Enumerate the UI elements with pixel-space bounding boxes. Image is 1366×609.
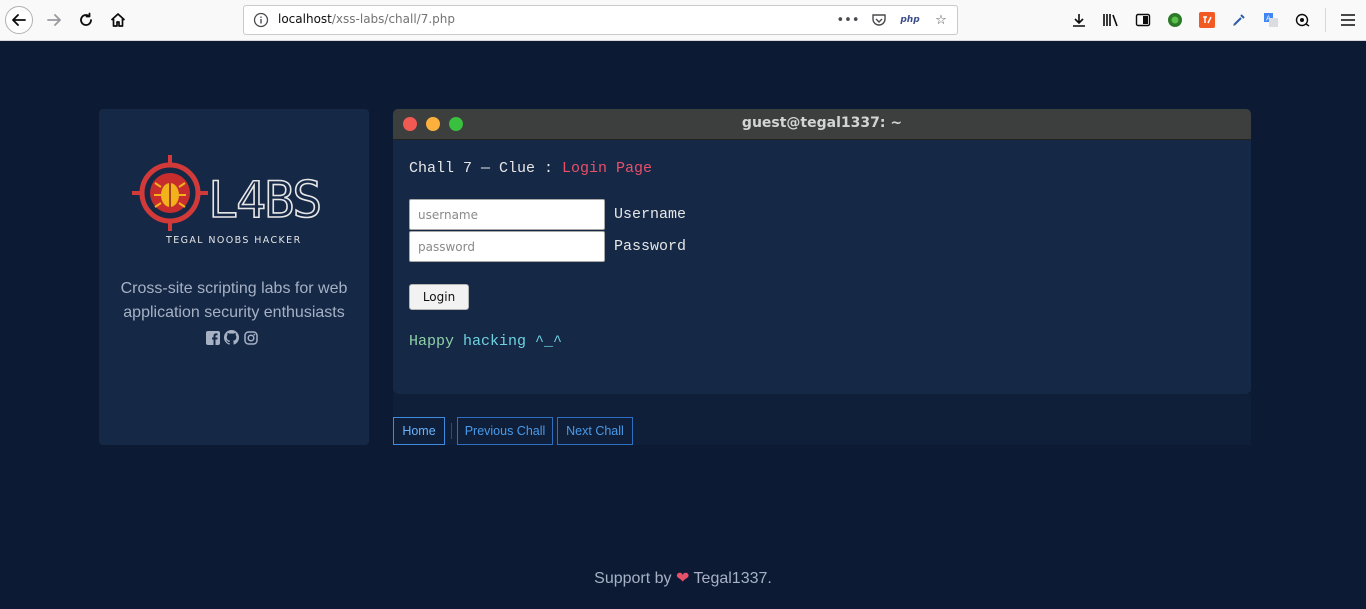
labs-logo: L4BS TEGAL NOOBS HACKER (132, 155, 323, 246)
forward-button[interactable] (40, 6, 68, 34)
challenge-clue: Chall 7 — Clue : Login Page (409, 160, 652, 177)
php-extension-icon[interactable]: php (900, 10, 920, 30)
challenge-nav: Home Previous Chall Next Chall (393, 394, 1251, 445)
clue-prefix: Chall 7 — Clue : (409, 160, 563, 177)
home-icon (110, 13, 126, 27)
next-chall-link[interactable]: Next Chall (557, 417, 633, 445)
extension-eye-icon[interactable] (1293, 8, 1313, 32)
sidebar-icon[interactable] (1133, 8, 1153, 32)
terminal-title: guest@tegal1337: ~ (741, 115, 903, 131)
info-icon[interactable] (253, 12, 269, 28)
instagram-icon[interactable] (243, 330, 258, 345)
facebook-icon[interactable] (205, 330, 220, 345)
hacking-word: hacking ^_^ (454, 333, 563, 350)
svg-text:L4BS: L4BS (208, 171, 320, 229)
page-actions-icon[interactable]: ••• (837, 10, 860, 30)
reload-icon (80, 12, 92, 26)
pocket-icon[interactable] (869, 10, 889, 30)
heart-icon: ❤ (675, 570, 690, 587)
url-path: /xss-labs/chall/7.php (331, 12, 456, 26)
username-input[interactable] (409, 199, 605, 230)
password-label: Password (614, 238, 687, 255)
footer: Support by ❤ Tegal1337. (0, 568, 1366, 588)
hamburger-menu-icon[interactable] (1338, 8, 1358, 32)
home-link[interactable]: Home (393, 417, 445, 445)
nav-divider (451, 423, 452, 439)
toolbar-separator (1325, 8, 1326, 32)
url-host: localhost (278, 12, 332, 26)
clue-highlight: Login Page (562, 160, 653, 177)
footer-suffix: Tegal1337. (689, 570, 772, 587)
translate-icon[interactable]: A (1261, 8, 1281, 32)
arrow-left-icon (12, 14, 26, 26)
svg-text:TEGAL NOOBS HACKER: TEGAL NOOBS HACKER (165, 235, 302, 246)
previous-chall-link[interactable]: Previous Chall (457, 417, 553, 445)
extension-green-icon[interactable] (1165, 8, 1185, 32)
social-links (205, 330, 258, 345)
terminal-titlebar: guest@tegal1337: ~ (393, 109, 1251, 140)
github-icon[interactable] (224, 330, 239, 345)
url-bar[interactable]: localhost/xss-labs/chall/7.php ••• php ☆ (243, 5, 958, 35)
reload-button[interactable] (72, 6, 100, 34)
extension-orange-icon[interactable] (1197, 8, 1217, 32)
happy-word: Happy (409, 333, 455, 350)
download-icon[interactable] (1069, 8, 1089, 32)
library-icon[interactable] (1101, 8, 1121, 32)
login-button[interactable]: Login (409, 284, 469, 310)
happy-hacking-text: Happy hacking ^_^ (409, 333, 562, 350)
bookmark-star-icon[interactable]: ☆ (931, 10, 951, 30)
username-label: Username (614, 206, 687, 223)
footer-prefix: Support by (594, 570, 676, 587)
tagline: Cross-site scripting labs for web applic… (120, 280, 348, 321)
browser-toolbar: localhost/xss-labs/chall/7.php ••• php ☆ (0, 0, 1366, 41)
profile-card: L4BS TEGAL NOOBS HACKER Cross-site scrip… (99, 109, 369, 445)
password-input[interactable] (409, 231, 605, 262)
eyedropper-icon[interactable] (1229, 8, 1249, 32)
home-button[interactable] (104, 6, 132, 34)
url-text[interactable]: localhost/xss-labs/chall/7.php (278, 12, 455, 26)
arrow-right-icon (47, 14, 61, 26)
terminal-window: guest@tegal1337: ~ Chall 7 — Clue : Logi… (393, 109, 1251, 394)
back-button[interactable] (5, 6, 33, 34)
crosshair-bug-icon (132, 155, 208, 231)
